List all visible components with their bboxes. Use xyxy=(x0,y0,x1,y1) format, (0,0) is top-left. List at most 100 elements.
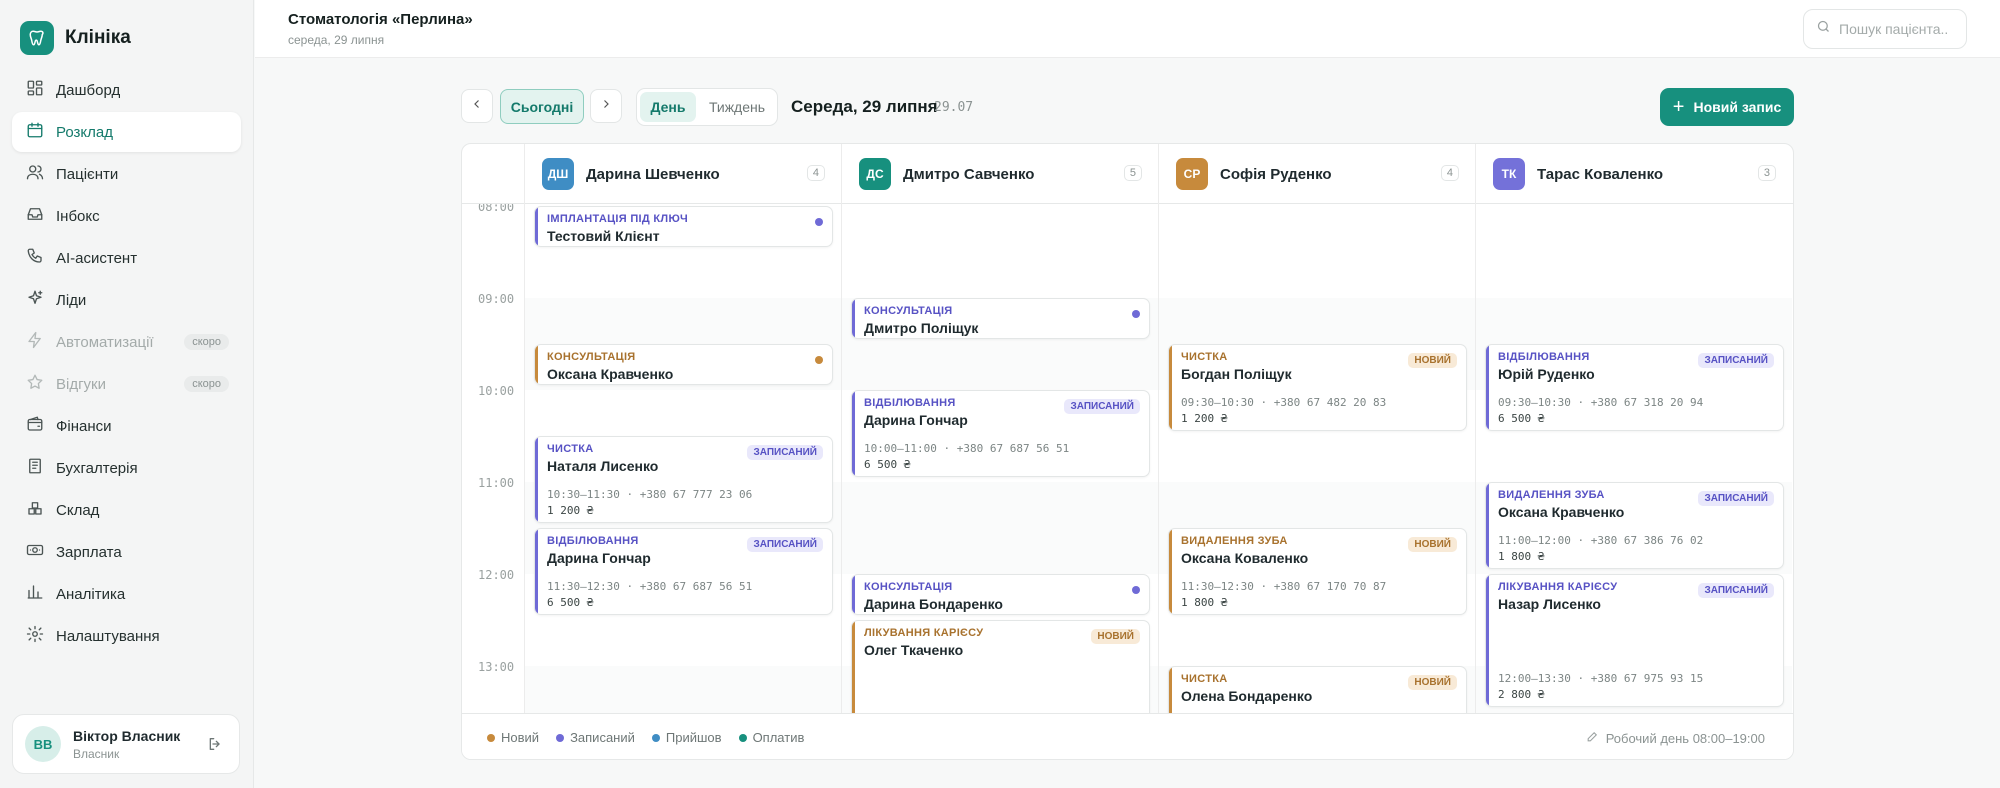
appointment-price: 1 800 ₴ xyxy=(1181,596,1228,609)
appointment-time-phone: 09:30–10:30 · +380 67 318 20 94 xyxy=(1498,396,1704,409)
sidebar-item-11[interactable]: Зарплата xyxy=(12,532,241,572)
appointment-time-phone: 12:00–13:30 · +380 67 975 93 15 xyxy=(1498,672,1704,685)
legend-label: Оплатив xyxy=(752,730,805,745)
chevron-right-icon xyxy=(600,97,612,115)
calendar-icon xyxy=(26,121,56,143)
user-card[interactable]: ВВ Віктор Власник Власник xyxy=(12,714,240,774)
patient-name: Дарина Гончар xyxy=(547,550,651,566)
patient-name: Олег Ткаченко xyxy=(864,642,964,658)
sidebar-nav: Дашборд Розклад Пацієнти Інбокс AI-асистент Л… xyxy=(12,70,241,658)
appointment-card[interactable]: ЛІКУВАННЯ КАРІЄСУ Назар Лисенко ЗАПИСАНИЙ 1… xyxy=(1485,574,1784,707)
status-badge: НОВИЙ xyxy=(1408,537,1457,552)
appointment-card[interactable]: КОНСУЛЬТАЦІЯ Оксана Кравченко xyxy=(534,344,833,385)
status-dot xyxy=(1132,586,1140,594)
view-week-button[interactable]: Тиждень xyxy=(700,92,774,122)
users-icon xyxy=(26,163,56,185)
appointment-card[interactable]: ВІДБІЛЮВАННЯ Юрій Руденко ЗАПИСАНИЙ 09:30–1… xyxy=(1485,344,1784,431)
new-appointment-label: Новий запис xyxy=(1693,99,1782,115)
appointment-card[interactable]: ВИДАЛЕННЯ ЗУБА Оксана Коваленко НОВИЙ 11:30… xyxy=(1168,528,1467,615)
logout-icon[interactable] xyxy=(207,736,223,757)
appointment-type: ЧИСТКА xyxy=(1181,673,1228,685)
appointment-card[interactable]: ЧИСТКА Олена Бондаренко НОВИЙ xyxy=(1168,666,1467,713)
doctor-column-header[interactable]: ДС Дмитро Савченко 5 xyxy=(841,144,1158,204)
sidebar-item-label: Пацієнти xyxy=(56,165,119,183)
doctor-day-column[interactable]: КОНСУЛЬТАЦІЯ Дмитро Поліщук ВІДБІЛЮВАННЯ Да… xyxy=(841,204,1158,713)
appointment-time-phone: 10:00–11:00 · +380 67 687 56 51 xyxy=(864,442,1070,455)
sidebar-item-5[interactable]: Ліди xyxy=(12,280,241,320)
doctor-day-column[interactable]: ВІДБІЛЮВАННЯ Юрій Руденко ЗАПИСАНИЙ 09:30–1… xyxy=(1475,204,1792,713)
time-label: 10:00 xyxy=(478,384,515,398)
user-name: Віктор Власник xyxy=(73,727,181,744)
sidebar-item-2[interactable]: Пацієнти xyxy=(12,154,241,194)
appointment-count-badge: 5 xyxy=(1123,165,1142,181)
schedule-date-short: 29.07 xyxy=(934,100,974,115)
doctor-column-header[interactable]: ТК Тарас Коваленко 3 xyxy=(1475,144,1792,204)
clinic-title: Стоматологія «Перлина» xyxy=(288,11,473,28)
today-button[interactable]: Сьогодні xyxy=(500,89,584,124)
view-day-button[interactable]: День xyxy=(640,92,696,122)
patient-search[interactable] xyxy=(1803,9,1967,49)
appointment-card[interactable]: ЧИСТКА Богдан Поліщук НОВИЙ 09:30–10:30 · +… xyxy=(1168,344,1467,431)
appointment-card[interactable]: ВІДБІЛЮВАННЯ Дарина Гончар ЗАПИСАНИЙ 11:30–… xyxy=(534,528,833,615)
hour-slot[interactable] xyxy=(525,666,841,713)
plus-icon: + xyxy=(1672,96,1685,118)
legend-dot xyxy=(738,733,747,742)
sidebar-item-label: Дашборд xyxy=(56,81,121,99)
appointment-card[interactable]: ВІДБІЛЮВАННЯ Дарина Гончар ЗАПИСАНИЙ 10:00–… xyxy=(851,390,1150,477)
sidebar-item-4[interactable]: AI-асистент xyxy=(12,238,241,278)
appointment-card[interactable]: ЧИСТКА Наталя Лисенко ЗАПИСАНИЙ 10:30–11:30… xyxy=(534,436,833,523)
status-badge: ЗАПИСАНИЙ xyxy=(1064,399,1140,414)
prev-day-button[interactable] xyxy=(461,89,493,123)
next-day-button[interactable] xyxy=(590,89,622,123)
appointment-card[interactable]: ВИДАЛЕННЯ ЗУБА Оксана Кравченко ЗАПИСАНИЙ 1… xyxy=(1485,482,1784,569)
schedule-calendar: ДШ Дарина Шевченко 4 ДС Дмитро Савченко 5 СР Со… xyxy=(461,143,1794,760)
sidebar-item-3[interactable]: Інбокс xyxy=(12,196,241,236)
appointment-card[interactable]: ЛІКУВАННЯ КАРІЄСУ Олег Ткаченко НОВИЙ xyxy=(851,620,1150,713)
brand[interactable]: Клініка xyxy=(20,21,131,55)
patient-name: Дарина Бондаренко xyxy=(864,596,1003,612)
hour-slot[interactable] xyxy=(842,482,1158,574)
ledger-icon xyxy=(26,457,56,479)
doctor-day-column[interactable]: ЧИСТКА Богдан Поліщук НОВИЙ 09:30–10:30 · +… xyxy=(1158,204,1475,713)
sidebar-item-8[interactable]: Фінанси xyxy=(12,406,241,446)
sidebar-item-6[interactable]: Автоматизації скоро xyxy=(12,322,241,362)
sidebar-item-13[interactable]: Налаштування xyxy=(12,616,241,656)
sidebar-item-label: Інбокс xyxy=(56,207,100,225)
doctor-column-header[interactable]: СР Софія Руденко 4 xyxy=(1158,144,1475,204)
sidebar-item-1[interactable]: Розклад xyxy=(12,112,241,152)
appointment-type: ЧИСТКА xyxy=(547,443,594,455)
sidebar-item-7[interactable]: Відгуки скоро xyxy=(12,364,241,404)
status-dot xyxy=(1132,310,1140,318)
sidebar-item-label: Зарплата xyxy=(56,543,122,561)
sidebar-item-0[interactable]: Дашборд xyxy=(12,70,241,110)
appointment-card[interactable]: КОНСУЛЬТАЦІЯ Дарина Бондаренко xyxy=(851,574,1150,615)
new-appointment-button[interactable]: + Новий запис xyxy=(1660,88,1794,126)
patient-name: Оксана Кравченко xyxy=(547,366,674,382)
phone-icon xyxy=(26,247,56,269)
appointment-price: 6 500 ₴ xyxy=(864,458,911,471)
patient-name: Назар Лисенко xyxy=(1498,596,1601,612)
sidebar-item-10[interactable]: Склад xyxy=(12,490,241,530)
doctor-day-column[interactable]: ІМПЛАНТАЦІЯ ПІД КЛЮЧ Тестовий Клієнт КОНСУ… xyxy=(524,204,841,713)
sidebar-item-label: Бухгалтерія xyxy=(56,459,138,477)
patient-name: Юрій Руденко xyxy=(1498,366,1595,382)
legend-label: Записаний xyxy=(570,730,635,745)
appointment-card[interactable]: ІМПЛАНТАЦІЯ ПІД КЛЮЧ Тестовий Клієнт xyxy=(534,206,833,247)
status-badge: ЗАПИСАНИЙ xyxy=(747,445,823,460)
sidebar-item-9[interactable]: Бухгалтерія xyxy=(12,448,241,488)
sidebar-item-label: Склад xyxy=(56,501,100,519)
appointment-time-phone: 11:00–12:00 · +380 67 386 76 02 xyxy=(1498,534,1704,547)
doctor-column-header[interactable]: ДШ Дарина Шевченко 4 xyxy=(524,144,841,204)
legend-dot xyxy=(556,733,565,742)
doctor-avatar: ДС xyxy=(859,158,891,190)
time-label: 13:00 xyxy=(478,660,515,674)
sparkles-icon xyxy=(26,289,56,311)
legend-label: Прийшов xyxy=(665,730,722,745)
appointment-card[interactable]: КОНСУЛЬТАЦІЯ Дмитро Поліщук xyxy=(851,298,1150,339)
sidebar-item-12[interactable]: Аналітика xyxy=(12,574,241,614)
workday-info[interactable]: Робочий день 08:00–19:00 xyxy=(1586,730,1765,746)
appointment-type: ЧИСТКА xyxy=(1181,351,1228,363)
coming-soon-badge: скоро xyxy=(184,376,229,392)
app-name: Клініка xyxy=(65,27,131,48)
search-input[interactable] xyxy=(1839,21,1949,37)
